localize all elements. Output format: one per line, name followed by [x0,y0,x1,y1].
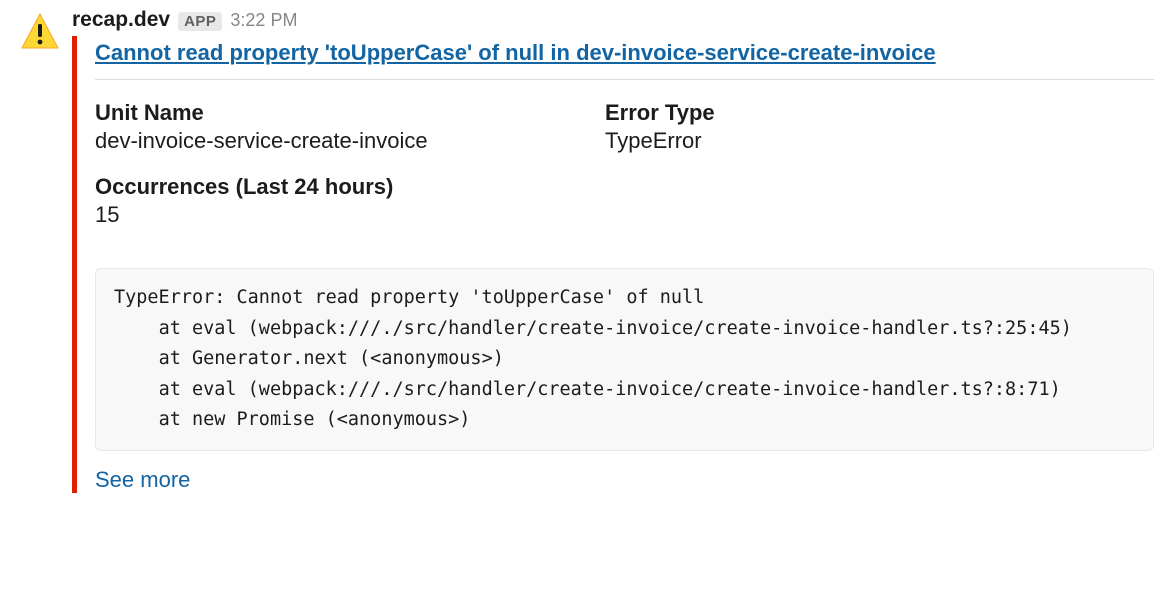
see-more-link[interactable]: See more [95,467,1154,493]
error-title-main: Cannot read property 'toUpperCase' of nu… [95,40,544,65]
field-label: Error Type [605,100,1154,126]
fields-grid: Unit Name dev-invoice-service-create-inv… [95,100,1154,244]
field-label: Occurrences (Last 24 hours) [95,174,585,200]
field-value: 15 [95,202,585,228]
warning-icon [20,12,60,52]
message-header: recap.dev APP 3:22 PM [72,8,1154,32]
field-error-type: Error Type TypeError [605,100,1154,170]
field-label: Unit Name [95,100,585,126]
avatar-column [16,8,72,501]
message-content: recap.dev APP 3:22 PM Cannot read proper… [72,8,1154,501]
slack-message: recap.dev APP 3:22 PM Cannot read proper… [0,0,1170,509]
attachment: Cannot read property 'toUpperCase' of nu… [72,36,1154,493]
field-value: TypeError [605,128,1154,154]
divider [95,79,1154,80]
error-title-link[interactable]: Cannot read property 'toUpperCase' of nu… [95,36,1154,77]
error-title-context: dev-invoice-service-create-invoice [576,40,936,65]
stacktrace-code-block: TypeError: Cannot read property 'toUpper… [95,268,1154,451]
app-badge: APP [178,12,222,31]
timestamp: 3:22 PM [230,10,297,31]
field-occurrences: Occurrences (Last 24 hours) 15 [95,174,585,244]
field-unit-name: Unit Name dev-invoice-service-create-inv… [95,100,585,170]
field-value: dev-invoice-service-create-invoice [95,128,585,154]
error-title-connector: in [544,40,576,65]
sender-name: recap.dev [72,8,170,32]
